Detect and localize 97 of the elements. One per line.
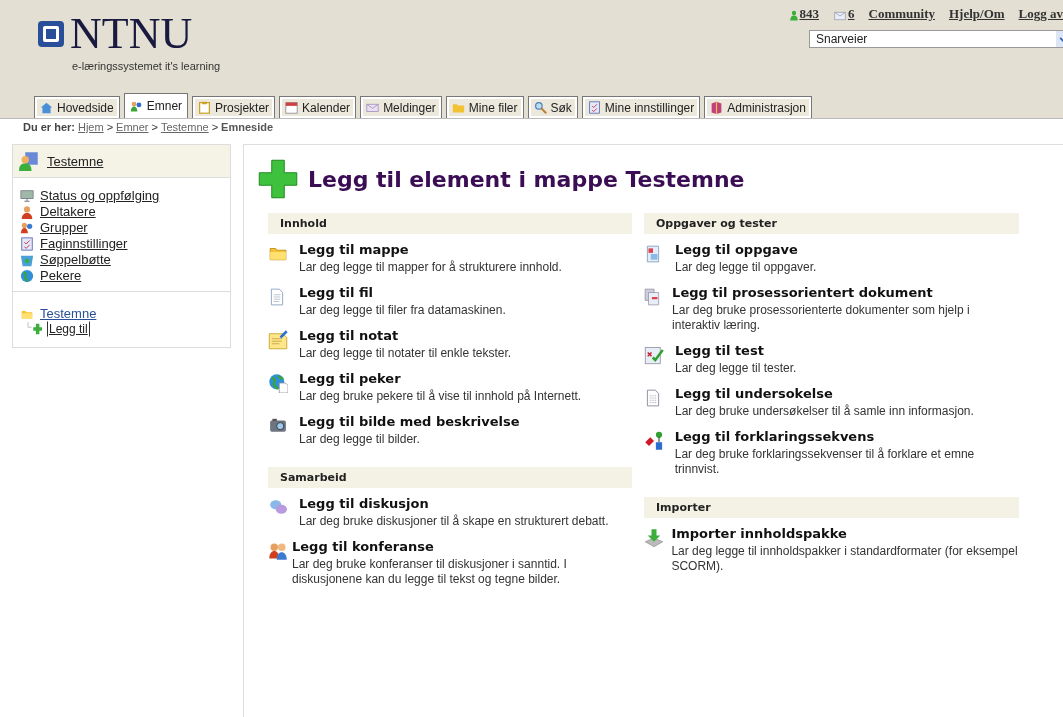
nav-tab[interactable]: Emner [123, 93, 189, 118]
calendar-icon [285, 101, 299, 114]
documents-icon [644, 287, 662, 307]
online-count[interactable]: 843 [799, 6, 819, 22]
item-description: Lar deg legge til oppgaver. [675, 260, 817, 275]
breadcrumb-link[interactable]: Hjem [77, 121, 104, 139]
item-description: Lar deg bruke forklaringssekvenser til å forklare et emne trinnvist. [674, 447, 976, 477]
item-description: Lar deg bruke diskusjoner til å skape en strukturert debatt. [299, 514, 609, 529]
clipboard-icon [198, 101, 212, 114]
envelope-icon [366, 101, 380, 114]
add-item-link[interactable]: Legg til konferanse [292, 539, 632, 554]
teacher-icon [19, 151, 39, 171]
checklist-icon [644, 345, 664, 365]
person-icon [788, 9, 799, 22]
item-description: Lar deg legge til mapper for å strukturere innhold. [299, 260, 562, 275]
sidebar-link[interactable]: Status og oppfølging [40, 188, 160, 203]
add-item-link[interactable]: Legg til forklaringssekvens [674, 429, 1019, 444]
tree-folder-link[interactable]: Testemne [40, 306, 97, 321]
header-link[interactable]: Hjelp/Om [948, 6, 1005, 22]
header-link[interactable]: Community [868, 6, 935, 22]
nav-tab[interactable]: Kalender [279, 96, 357, 118]
message-icon [833, 10, 847, 22]
sidebar-link[interactable]: Søppelbøtte [40, 252, 111, 267]
add-item-link[interactable]: Legg til diskusjon [299, 496, 609, 511]
nav-tab[interactable]: Administrasjon [704, 96, 812, 118]
document-icon [268, 287, 286, 307]
item-description: Lar deg bruke undersøkelser til å samle inn informasjon. [675, 404, 974, 419]
checklist-icon [587, 101, 601, 114]
globe-icon [268, 373, 288, 393]
section-heading: Samarbeid [268, 467, 632, 488]
sidebar-link[interactable]: Pekere [40, 268, 82, 283]
nav-tab[interactable]: Mine innstillinger [581, 96, 701, 118]
message-count[interactable]: 6 [848, 6, 855, 22]
add-item-link[interactable]: Legg til fil [299, 285, 506, 300]
section-heading: Oppgaver og tester [644, 213, 1019, 234]
task-document-icon [644, 244, 662, 264]
globe-icon [20, 268, 34, 283]
item-description: Lar deg legge til notater til enkle tekster. [299, 346, 512, 361]
item-description: Lar deg legge til tester. [675, 361, 797, 376]
sequence-icon [644, 431, 664, 451]
breadcrumb-separator: > [211, 121, 219, 135]
person-icon [20, 204, 34, 219]
item-description: Lar deg bruke konferanser til diskusjoner i sanntid. I diskusjonene kan du legge til tekst og tegne bilder. [292, 557, 568, 587]
breadcrumb-label: Du er her: [23, 121, 75, 135]
item-description: Lar deg legge til innholdspakker i standardformater (for eksempel SCORM). [671, 544, 1019, 574]
logo: NTNU [70, 14, 193, 54]
people-icon [268, 541, 288, 561]
tree-item-link[interactable]: Legg til [47, 321, 90, 337]
plus-icon [256, 159, 300, 199]
add-item-link[interactable]: Legg til peker [299, 371, 582, 386]
breadcrumb-current: Emneside [221, 121, 274, 135]
nav-tab[interactable]: Meldinger [360, 96, 442, 118]
add-item-link[interactable]: Legg til test [675, 343, 797, 358]
camera-icon [268, 416, 288, 434]
add-item-link[interactable]: Legg til bilde med beskrivelse [299, 414, 520, 429]
add-item-link[interactable]: Legg til undersokelse [675, 386, 974, 401]
add-item-link[interactable]: Legg til notat [299, 328, 512, 343]
course-title-link[interactable]: Testemne [47, 153, 104, 169]
header-link[interactable]: Logg av [1018, 6, 1063, 22]
nav-tab[interactable]: Søk [527, 96, 578, 118]
sidebar-link[interactable]: Faginnstillinger [40, 236, 128, 251]
shortcuts-dropdown[interactable]: Snarveier [809, 30, 1063, 48]
add-item-link[interactable]: Legg til prosessorientert dokument [672, 285, 1019, 300]
speech-bubbles-icon [268, 498, 288, 516]
form-icon [644, 388, 662, 408]
sidebar-link[interactable]: Deltakere [40, 204, 96, 219]
checklist-icon [20, 236, 34, 251]
plus-icon [26, 322, 44, 336]
note-icon [268, 330, 288, 350]
item-description: Lar deg bruke prosessorienterte dokumenter som hjelp i interaktiv læring. [672, 303, 971, 333]
add-item-link[interactable]: Importer innholdspakke [671, 526, 1019, 541]
add-item-link[interactable]: Legg til oppgave [675, 242, 817, 257]
page-title: Legg til element i mappe Testemne [308, 166, 745, 192]
breadcrumb-link[interactable]: Testemne [160, 121, 209, 139]
house-icon [40, 101, 53, 114]
book-icon [710, 101, 724, 114]
item-description: Lar deg bruke pekere til å vise til innhold på Internett. [299, 389, 582, 404]
folder-icon [451, 101, 465, 114]
tagline: e-læringssystemet it's learning [72, 60, 221, 72]
add-item-link[interactable]: Legg til mappe [299, 242, 562, 257]
people-icon [129, 99, 143, 113]
nav-tab[interactable]: Prosjekter [192, 96, 276, 118]
logo-icon [38, 21, 64, 47]
search-icon [533, 101, 547, 114]
people-icon [20, 220, 34, 235]
breadcrumb-link[interactable]: Emner [116, 121, 149, 139]
section-heading: Importer [644, 497, 1019, 518]
breadcrumb-separator: > [151, 121, 158, 135]
nav-tab[interactable]: Hovedside [34, 96, 120, 118]
item-description: Lar deg legge til bilder. [299, 432, 421, 447]
section-heading: Innhold [268, 213, 632, 234]
monitor-icon [20, 188, 34, 203]
sidebar-link[interactable]: Grupper [40, 220, 88, 235]
item-description: Lar deg legge til filer fra datamaskinen. [299, 303, 506, 318]
download-icon [644, 528, 664, 548]
nav-tab[interactable]: Mine filer [445, 96, 524, 118]
breadcrumb-separator: > [106, 121, 114, 135]
